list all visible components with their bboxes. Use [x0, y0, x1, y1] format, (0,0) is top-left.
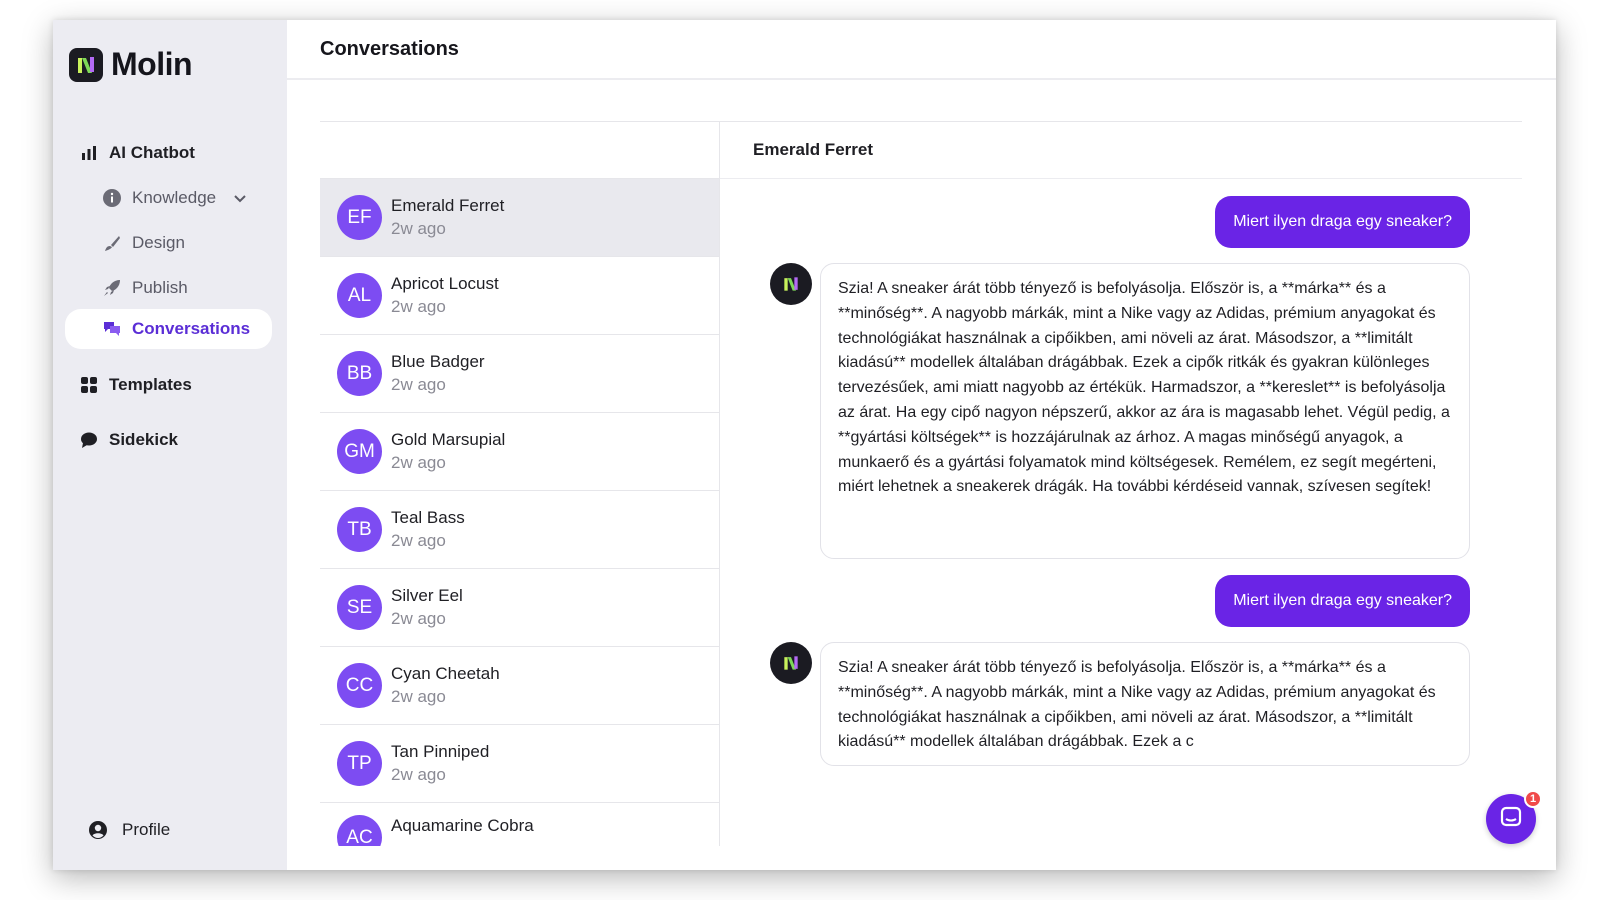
conversation-time: 2w ago: [391, 764, 446, 784]
notification-badge: 1: [1524, 790, 1542, 808]
app-window: Molin AI Chatbot Knowledge Design Publis…: [53, 20, 1556, 870]
bot-message: Szia! A sneaker árát több tényező is bef…: [820, 263, 1470, 559]
conversation-item[interactable]: GM Gold Marsupial 2w ago: [320, 413, 719, 491]
avatar: TP: [337, 741, 382, 786]
support-chat-button[interactable]: 1: [1486, 790, 1542, 844]
conversation-time: 2w ago: [391, 686, 446, 706]
main-content: Conversations EF Emerald Ferret 2w ago A…: [287, 20, 1556, 870]
conversation-time: 2w ago: [391, 218, 446, 238]
conversations-panel: EF Emerald Ferret 2w ago AL Apricot Locu…: [320, 121, 1522, 846]
user-circle-icon: [88, 820, 108, 840]
sidebar-item-label: Conversations: [132, 319, 251, 338]
conversation-name: Tan Pinniped: [391, 741, 490, 761]
conversation-item[interactable]: SE Silver Eel 2w ago: [320, 569, 719, 647]
sidebar-item-design[interactable]: Design: [102, 223, 185, 263]
conversation-name: Cyan Cheetah: [391, 663, 500, 683]
sidebar-item-templates[interactable]: Templates: [79, 365, 192, 405]
conversation-item[interactable]: TB Teal Bass 2w ago: [320, 491, 719, 569]
avatar: CC: [337, 663, 382, 708]
conversation-time: 2w ago: [391, 296, 446, 316]
bot-avatar-icon: [770, 263, 812, 305]
conversation-name: Gold Marsupial: [391, 429, 506, 449]
sidebar-item-label: Knowledge: [132, 188, 217, 207]
bot-avatar-icon: [770, 642, 812, 684]
conversation-time: 2w ago: [391, 608, 446, 628]
conversation-name: Silver Eel: [391, 585, 463, 605]
chat-bubbles-icon: [102, 319, 122, 339]
conversation-item[interactable]: AL Apricot Locust 2w ago: [320, 257, 719, 335]
top-bar: Conversations: [287, 20, 1556, 80]
list-header: [320, 122, 719, 179]
conversation-name: Apricot Locust: [391, 273, 499, 293]
app-name: Molin: [111, 46, 193, 82]
conversation-item[interactable]: TP Tan Pinniped 2w ago: [320, 725, 719, 803]
chat-window-icon: [1499, 805, 1523, 834]
avatar: GM: [337, 429, 382, 474]
sidebar-item-knowledge[interactable]: Knowledge: [102, 178, 250, 218]
conversation-item[interactable]: BB Blue Badger 2w ago: [320, 335, 719, 413]
avatar: AL: [337, 273, 382, 318]
chat-view: Emerald Ferret Miert ilyen draga egy sne…: [720, 122, 1522, 846]
molin-logo-icon: [69, 47, 103, 82]
sidebar-item-label: Templates: [109, 375, 192, 394]
logo[interactable]: Molin: [69, 46, 193, 83]
conversation-list[interactable]: EF Emerald Ferret 2w ago AL Apricot Locu…: [320, 122, 720, 846]
avatar: EF: [337, 195, 382, 240]
conversation-item[interactable]: EF Emerald Ferret 2w ago: [320, 179, 719, 257]
conversation-name: Emerald Ferret: [391, 195, 505, 215]
page-title: Conversations: [320, 37, 459, 60]
sidebar-item-label: Publish: [132, 278, 188, 297]
conversation-time: 2w ago: [391, 452, 446, 472]
avatar: TB: [337, 507, 382, 552]
user-message: Miert ilyen draga egy sneaker?: [1215, 196, 1470, 248]
conversation-name: Teal Bass: [391, 507, 465, 527]
avatar: AC: [337, 815, 382, 846]
conversation-name: Aquamarine Cobra: [391, 816, 534, 835]
conversation-item[interactable]: AC Aquamarine Cobra: [320, 803, 719, 846]
sidebar-item-profile[interactable]: Profile: [88, 810, 170, 850]
conversation-time: 2w ago: [391, 374, 446, 394]
sidebar-item-label: Profile: [122, 820, 171, 839]
grid-icon: [79, 375, 99, 395]
sidebar-item-label: Sidekick: [109, 430, 178, 449]
sidebar-item-ai-chatbot[interactable]: AI Chatbot: [79, 133, 195, 173]
avatar: SE: [337, 585, 382, 630]
conversation-time: 2w ago: [391, 530, 446, 550]
brush-icon: [102, 233, 122, 253]
sidebar-item-sidekick[interactable]: Sidekick: [79, 420, 178, 460]
sidebar-item-conversations[interactable]: Conversations: [65, 309, 272, 349]
avatar: BB: [337, 351, 382, 396]
chevron-down-icon[interactable]: [230, 188, 250, 208]
conversation-name: Blue Badger: [391, 351, 485, 371]
chat-title: Emerald Ferret: [720, 122, 1522, 179]
conversation-item[interactable]: CC Cyan Cheetah 2w ago: [320, 647, 719, 725]
user-message: Miert ilyen draga egy sneaker?: [1215, 575, 1470, 627]
bar-chart-icon: [79, 143, 99, 163]
rocket-icon: [102, 278, 122, 298]
info-icon: [102, 188, 122, 208]
bot-message: Szia! A sneaker árát több tényező is bef…: [820, 642, 1470, 766]
sidebar-item-label: Design: [132, 233, 185, 252]
sidebar-item-label: AI Chatbot: [109, 143, 195, 162]
speech-bubble-icon: [79, 430, 99, 450]
sidebar-item-publish[interactable]: Publish: [102, 268, 188, 308]
sidebar: Molin AI Chatbot Knowledge Design Publis…: [53, 20, 287, 870]
